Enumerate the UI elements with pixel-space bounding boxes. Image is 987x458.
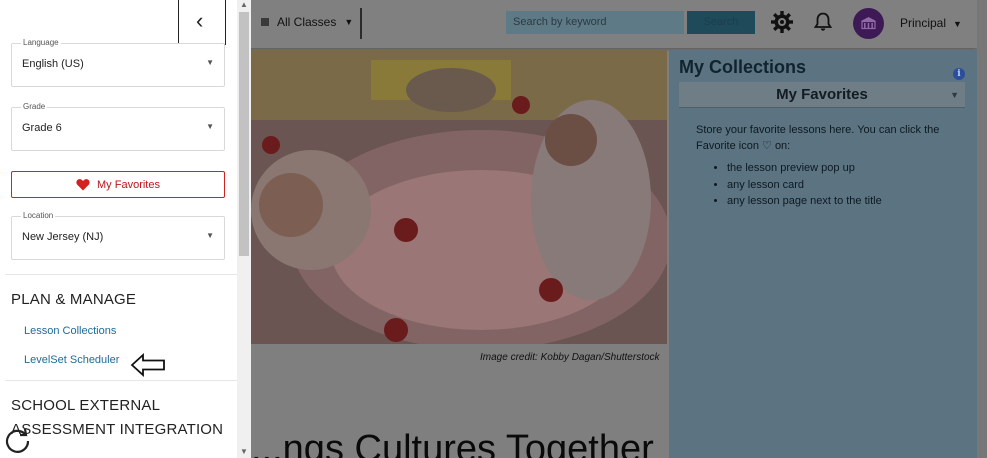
gear-icon[interactable] — [770, 10, 794, 34]
my-favorites-label: My Favorites — [97, 178, 160, 191]
bell-icon[interactable] — [814, 12, 832, 32]
location-label: Location — [21, 211, 56, 220]
chevron-left-icon: ‹ — [196, 8, 204, 33]
language-select[interactable]: Language English (US) ▼ — [11, 38, 225, 87]
caret-down-icon: ▼ — [206, 122, 214, 131]
language-label: Language — [21, 38, 61, 47]
class-color-swatch — [261, 18, 269, 26]
collection-select[interactable]: My Favorites ▼ — [679, 82, 965, 108]
my-favorites-button[interactable]: My Favorites — [11, 171, 225, 198]
scroll-up-icon[interactable]: ▲ — [240, 0, 248, 9]
list-item: the lesson preview pop up — [727, 160, 958, 177]
arrow-left-icon — [130, 352, 165, 378]
sidebar: ‹ Language English (US) ▼ Grade Grade 6 … — [0, 0, 251, 458]
language-value: English (US) — [22, 58, 84, 70]
location-value: New Jersey (NJ) — [22, 231, 104, 243]
header-divider — [360, 8, 362, 39]
collapse-sidebar-button[interactable]: ‹ — [178, 0, 226, 45]
collections-description: Store your favorite lessons here. You ca… — [696, 122, 958, 210]
grade-value: Grade 6 — [22, 122, 62, 134]
info-icon[interactable]: i — [953, 68, 965, 80]
search-input[interactable]: Search by keyword — [506, 11, 684, 34]
list-item: any lesson page next to the title — [727, 193, 958, 210]
divider — [5, 380, 237, 381]
levelset-scheduler-link[interactable]: LevelSet Scheduler — [24, 354, 119, 366]
image-credit: Image credit: Kobby Dagan/Shutterstock — [480, 352, 660, 363]
school-icon — [861, 17, 876, 30]
collection-select-value: My Favorites — [776, 86, 868, 103]
list-item: any lesson card — [727, 177, 958, 194]
grade-select[interactable]: Grade Grade 6 ▼ — [11, 102, 225, 151]
favorite-locations-list: the lesson preview pop up any lesson car… — [696, 160, 958, 210]
class-selector-label: All Classes — [277, 15, 337, 29]
caret-down-icon: ▼ — [206, 231, 214, 240]
caret-down-icon: ▼ — [950, 90, 959, 100]
caret-down-icon: ▼ — [344, 17, 354, 27]
refresh-icon[interactable] — [3, 426, 33, 456]
assessment-heading-line2: ASSESSMENT INTEGRATION — [11, 421, 224, 438]
collections-description-text: Store your favorite lessons here. You ca… — [696, 124, 940, 152]
role-selector[interactable]: Principal ▼ — [900, 16, 962, 30]
page-scrollbar[interactable] — [977, 0, 987, 458]
lesson-collections-link[interactable]: Lesson Collections — [24, 325, 116, 337]
assessment-heading-line1: SCHOOL EXTERNAL — [11, 397, 161, 414]
role-label: Principal — [900, 16, 947, 30]
plan-manage-heading: PLAN & MANAGE — [11, 291, 137, 308]
lesson-title: ...ngs Cultures Together — [251, 428, 654, 458]
caret-down-icon: ▼ — [206, 58, 214, 67]
lesson-hero-image — [251, 50, 667, 344]
location-select[interactable]: Location New Jersey (NJ) ▼ — [11, 211, 225, 260]
scrollbar-thumb[interactable] — [239, 12, 249, 256]
search-button[interactable]: Search — [687, 11, 755, 34]
sidebar-scrollbar[interactable]: ▲ ▼ — [237, 0, 251, 458]
avatar[interactable] — [853, 8, 884, 39]
heart-icon — [76, 179, 90, 191]
caret-down-icon: ▼ — [953, 19, 962, 29]
class-selector[interactable]: All Classes ▼ — [261, 15, 353, 29]
divider — [5, 274, 237, 275]
collections-title: My Collections — [679, 57, 807, 77]
scroll-down-icon[interactable]: ▼ — [240, 447, 248, 456]
grade-label: Grade — [21, 102, 48, 111]
collections-panel: My Collections i My Favorites ▼ Store yo… — [669, 50, 977, 458]
